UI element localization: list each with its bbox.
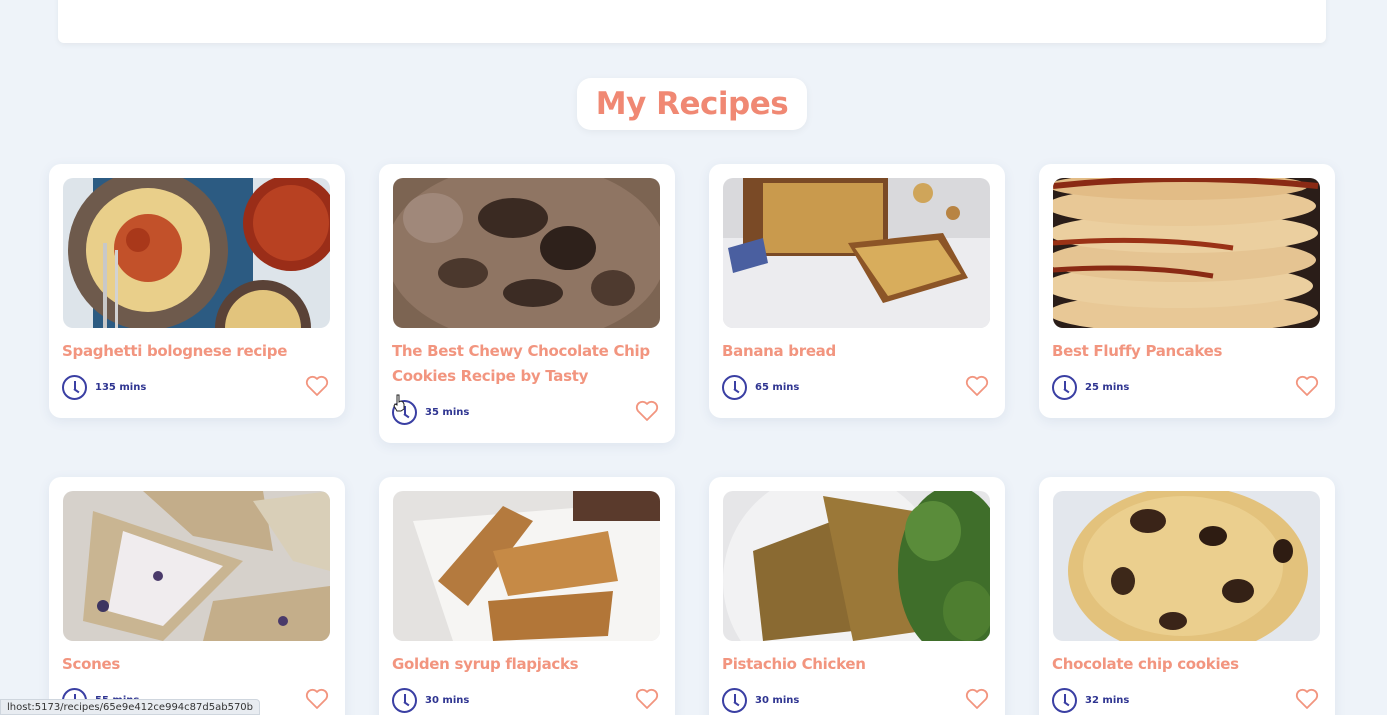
recipe-image[interactable] xyxy=(723,491,990,641)
recipe-time-label: 135 mins xyxy=(95,382,147,393)
recipe-time-label: 25 mins xyxy=(1085,382,1130,393)
recipe-image[interactable] xyxy=(393,491,660,641)
recipe-title[interactable]: Golden syrup flapjacks xyxy=(392,652,664,677)
recipe-time: 30 mins xyxy=(392,688,469,713)
heart-icon[interactable] xyxy=(1295,688,1319,710)
recipe-time-label: 30 mins xyxy=(755,695,800,706)
clock-icon xyxy=(722,375,747,400)
recipe-time-label: 35 mins xyxy=(425,407,470,418)
recipe-image[interactable] xyxy=(1053,491,1320,641)
recipe-title[interactable]: Spaghetti bolognese recipe xyxy=(62,339,334,364)
recipe-card[interactable]: The Best Chewy Chocolate Chip Cookies Re… xyxy=(379,164,675,443)
recipe-card[interactable]: Chocolate chip cookies 32 mins xyxy=(1039,477,1335,715)
recipe-image[interactable] xyxy=(63,178,330,328)
recipe-time-label: 30 mins xyxy=(425,695,470,706)
clock-icon xyxy=(1052,688,1077,713)
recipe-title[interactable]: Chocolate chip cookies xyxy=(1052,652,1324,677)
recipe-image[interactable] xyxy=(1053,178,1320,328)
recipe-image[interactable] xyxy=(723,178,990,328)
recipe-time: 65 mins xyxy=(722,375,799,400)
recipe-card[interactable]: Best Fluffy Pancakes 25 mins xyxy=(1039,164,1335,418)
recipe-card[interactable]: Spaghetti bolognese recipe 135 mins xyxy=(49,164,345,418)
recipe-image[interactable] xyxy=(63,491,330,641)
heart-icon[interactable] xyxy=(965,688,989,710)
recipe-title[interactable]: Pistachio Chicken xyxy=(722,652,994,677)
recipe-time: 32 mins xyxy=(1052,688,1129,713)
clock-icon xyxy=(1052,375,1077,400)
clock-icon xyxy=(722,688,747,713)
heart-icon[interactable] xyxy=(635,400,659,422)
heart-icon[interactable] xyxy=(305,688,329,710)
recipe-time-label: 65 mins xyxy=(755,382,800,393)
page-title-container: My Recipes xyxy=(577,78,807,130)
recipe-time: 30 mins xyxy=(722,688,799,713)
recipe-time-label: 32 mins xyxy=(1085,695,1130,706)
heart-icon[interactable] xyxy=(1295,375,1319,397)
clock-icon xyxy=(62,375,87,400)
heart-icon[interactable] xyxy=(965,375,989,397)
recipe-card[interactable]: Scones 55 mins xyxy=(49,477,345,715)
recipe-card[interactable]: Golden syrup flapjacks 30 mins xyxy=(379,477,675,715)
page-title: My Recipes xyxy=(595,86,789,122)
recipe-time: 25 mins xyxy=(1052,375,1129,400)
hand-cursor-icon xyxy=(392,394,406,412)
recipe-title[interactable]: The Best Chewy Chocolate Chip Cookies Re… xyxy=(392,339,664,389)
top-panel xyxy=(58,0,1326,43)
status-bar-url: lhost:5173/recipes/65e9e412ce994c87d5ab5… xyxy=(0,699,261,715)
recipe-title[interactable]: Best Fluffy Pancakes xyxy=(1052,339,1324,364)
recipe-time: 135 mins xyxy=(62,375,146,400)
recipe-title[interactable]: Scones xyxy=(62,652,334,677)
heart-icon[interactable] xyxy=(635,688,659,710)
heart-icon[interactable] xyxy=(305,375,329,397)
clock-icon xyxy=(392,688,417,713)
recipe-title[interactable]: Banana bread xyxy=(722,339,994,364)
recipe-image[interactable] xyxy=(393,178,660,328)
recipe-card[interactable]: Pistachio Chicken 30 mins xyxy=(709,477,1005,715)
recipe-card[interactable]: Banana bread 65 mins xyxy=(709,164,1005,418)
